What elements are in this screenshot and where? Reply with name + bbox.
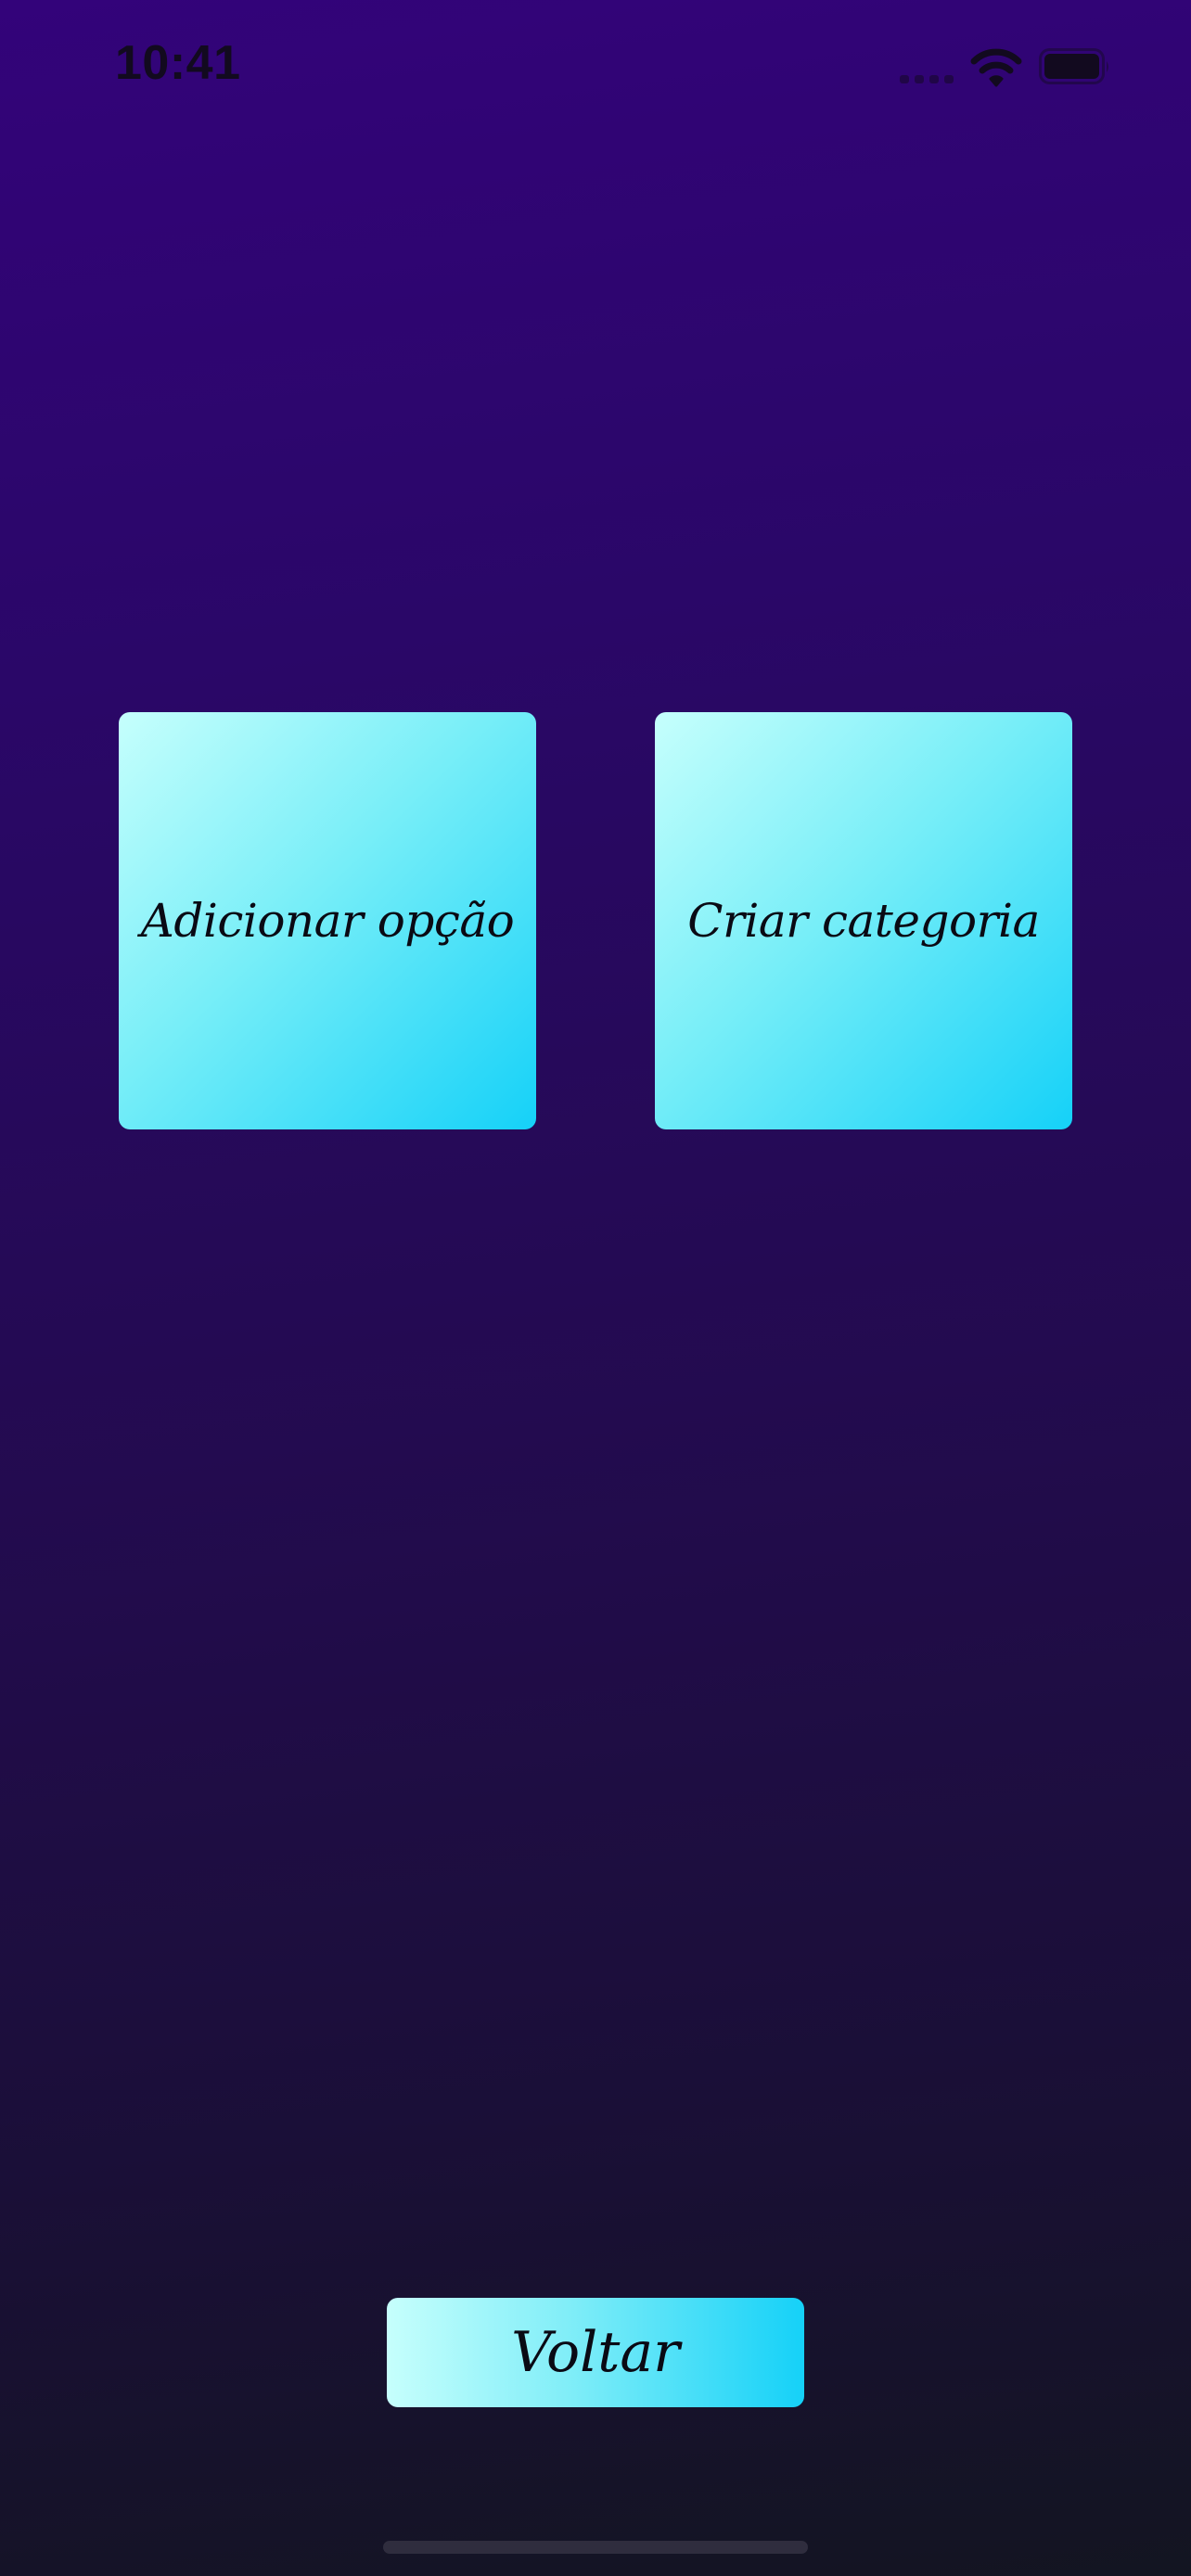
back-button[interactable]: Voltar (387, 2298, 804, 2407)
add-option-label: Adicionar opção (140, 894, 515, 948)
status-bar: 10:41 (0, 0, 1191, 130)
battery-icon (1039, 48, 1111, 85)
back-label: Voltar (511, 2320, 680, 2385)
wifi-icon (970, 46, 1022, 89)
home-indicator[interactable] (383, 2541, 808, 2554)
cellular-signal-icon (900, 74, 955, 83)
create-category-label: Criar categoria (687, 894, 1040, 948)
add-option-button[interactable]: Adicionar opção (119, 712, 536, 1129)
status-time: 10:41 (115, 36, 241, 90)
create-category-button[interactable]: Criar categoria (655, 712, 1072, 1129)
